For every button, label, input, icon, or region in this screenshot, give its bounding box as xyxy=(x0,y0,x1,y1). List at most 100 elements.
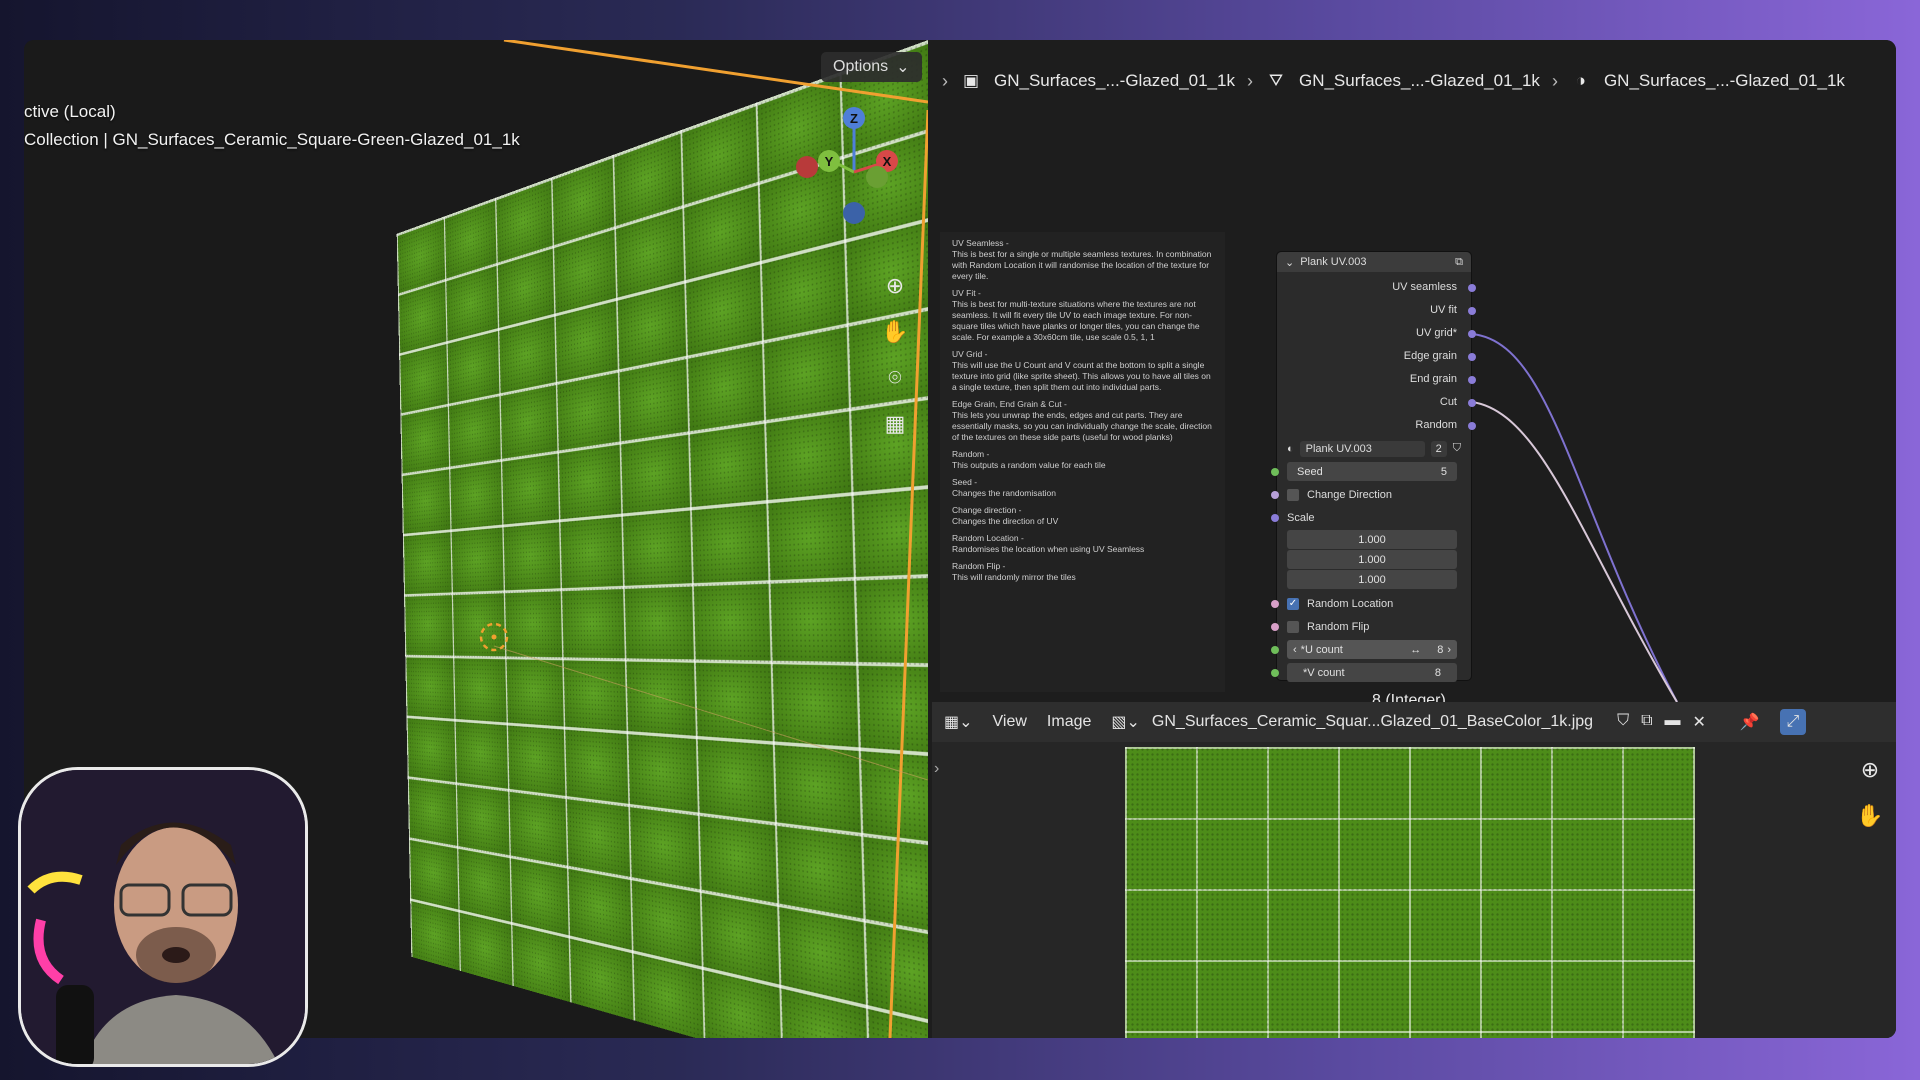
note-section-body: This will randomly mirror the tiles xyxy=(952,572,1076,582)
viewport-mode-label: ctive (Local) xyxy=(24,102,116,122)
menu-view[interactable]: View xyxy=(993,713,1027,731)
datablock-users[interactable]: 2 xyxy=(1431,441,1447,457)
v-count-label: *V count xyxy=(1303,667,1345,679)
socket-icon[interactable] xyxy=(1468,307,1476,315)
note-section-body: This lets you unwrap the ends, edges and… xyxy=(952,410,1212,442)
menu-image[interactable]: Image xyxy=(1047,713,1091,731)
node-header[interactable]: ⌄ Plank UV.003 ⧉ xyxy=(1277,252,1471,272)
socket-icon[interactable] xyxy=(1468,422,1476,430)
note-section-title: UV Grid - xyxy=(952,349,987,359)
scale-row: Scale xyxy=(1277,506,1471,529)
options-dropdown[interactable]: Options ⌄ xyxy=(821,52,922,82)
output-random: Random xyxy=(1277,414,1471,437)
frame-note: UV Seamless - This is best for a single o… xyxy=(940,232,1225,692)
output-cut: Cut xyxy=(1277,391,1471,414)
seed-label: Seed xyxy=(1297,466,1323,478)
output-uv-fit: UV fit xyxy=(1277,299,1471,322)
socket-icon[interactable] xyxy=(1271,468,1279,476)
random-location-row[interactable]: ✓ Random Location xyxy=(1277,592,1471,615)
socket-icon[interactable] xyxy=(1468,284,1476,292)
pan-hand-icon[interactable]: ✋ xyxy=(1854,800,1886,832)
breadcrumb-mesh-label: GN_Surfaces_...-Glazed_01_1k xyxy=(1299,71,1540,91)
scale-x-field[interactable]: 1.000 xyxy=(1287,530,1457,549)
v-count-field[interactable]: *V count 8 xyxy=(1287,663,1457,682)
socket-icon[interactable] xyxy=(1468,399,1476,407)
editor-type-icon[interactable]: ▦⌄ xyxy=(944,712,973,732)
change-direction-checkbox[interactable] xyxy=(1287,489,1299,501)
collapse-chevron-icon[interactable]: ⌄ xyxy=(1285,256,1294,269)
pan-hand-icon[interactable]: ✋ xyxy=(877,314,913,350)
options-label: Options xyxy=(833,58,888,76)
socket-icon[interactable] xyxy=(1271,491,1279,499)
gizmo-neg-z[interactable] xyxy=(843,202,865,224)
close-icon[interactable]: ✕ xyxy=(1693,712,1706,732)
random-location-checkbox[interactable]: ✓ xyxy=(1287,598,1299,610)
note-section: UV Seamless - This is best for a single o… xyxy=(952,238,1213,282)
chevron-right-icon: › xyxy=(1552,71,1558,92)
seed-row: Seed 5 xyxy=(1277,460,1471,483)
image-canvas[interactable]: › ⊕ ✋ xyxy=(932,742,1896,1038)
u-count-field[interactable]: ‹ *U count ↔ 8 › xyxy=(1287,640,1457,659)
socket-icon[interactable] xyxy=(1468,330,1476,338)
navigation-gizmo[interactable]: Z Y X xyxy=(794,100,914,220)
note-section-title: Edge Grain, End Grain & Cut - xyxy=(952,399,1067,409)
datablock-name[interactable]: Plank UV.003 xyxy=(1300,441,1425,457)
node-editor[interactable]: UV Seamless - This is best for a single o… xyxy=(932,122,1896,702)
random-flip-checkbox[interactable] xyxy=(1287,621,1299,633)
scale-z-field[interactable]: 1.000 xyxy=(1287,570,1457,589)
breadcrumb-mesh[interactable]: ⛛ GN_Surfaces_...-Glazed_01_1k xyxy=(1265,70,1540,92)
socket-icon[interactable] xyxy=(1271,623,1279,631)
image-filename[interactable]: GN_Surfaces_Ceramic_Squar...Glazed_01_Ba… xyxy=(1152,713,1593,731)
increment-arrow-icon[interactable]: › xyxy=(1447,644,1451,656)
note-section: Random - This outputs a random value for … xyxy=(952,449,1213,471)
gizmo-z-axis[interactable]: Z xyxy=(843,107,865,129)
note-section-title: UV Seamless - xyxy=(952,238,1009,248)
gizmo-y-axis[interactable]: Y xyxy=(818,150,840,172)
chevron-right-icon[interactable]: › xyxy=(942,71,948,92)
zoom-icon[interactable]: ⊕ xyxy=(1854,754,1886,786)
output-uv-seamless: UV seamless xyxy=(1277,276,1471,299)
duplicate-icon[interactable]: ⧉ xyxy=(1641,712,1652,732)
uv-sync-icon[interactable]: ⤢ xyxy=(1780,709,1806,735)
note-section: Random Flip - This will randomly mirror t… xyxy=(952,561,1213,583)
socket-icon[interactable] xyxy=(1468,353,1476,361)
v-count-row: *V count 8 xyxy=(1277,661,1471,684)
zoom-icon[interactable]: ⊕ xyxy=(877,268,913,304)
pin-icon[interactable]: 📌 xyxy=(1740,712,1760,732)
socket-icon[interactable] xyxy=(1271,646,1279,654)
u-count-label: *U count xyxy=(1297,644,1411,656)
image-browse-icon[interactable]: ▧⌄ xyxy=(1111,712,1140,732)
collection-label: Collection | GN_Surfaces_Ceramic_Square-… xyxy=(24,130,520,150)
u-count-row: ‹ *U count ↔ 8 › xyxy=(1277,638,1471,661)
random-flip-row[interactable]: Random Flip xyxy=(1277,615,1471,638)
random-flip-label: Random Flip xyxy=(1307,621,1369,633)
folder-icon[interactable]: ▬ xyxy=(1665,712,1681,732)
socket-icon[interactable] xyxy=(1271,514,1279,522)
node-group-datablock[interactable]: ◐ Plank UV.003 2 ⛉ xyxy=(1277,437,1471,460)
scale-y-field[interactable]: 1.000 xyxy=(1287,550,1457,569)
base-color-texture xyxy=(1125,747,1695,1038)
note-section: Random Location - Randomises the location… xyxy=(952,533,1213,555)
socket-icon[interactable] xyxy=(1271,669,1279,677)
note-section-title: Seed - xyxy=(952,477,977,487)
plank-uv-node[interactable]: ⌄ Plank UV.003 ⧉ UV seamless UV fit UV g… xyxy=(1276,251,1472,681)
note-section-body: Randomises the location when using UV Se… xyxy=(952,544,1144,554)
fake-user-shield-icon[interactable]: ⛉ xyxy=(1453,442,1461,455)
gizmo-neg-x[interactable] xyxy=(796,156,818,178)
chevron-right-icon[interactable]: › xyxy=(934,760,939,778)
node-group-icon[interactable]: ⧉ xyxy=(1455,256,1463,269)
breadcrumb-material[interactable]: ◑ GN_Surfaces_...-Glazed_01_1k xyxy=(1570,70,1845,92)
note-section-title: Random Flip - xyxy=(952,561,1005,571)
grid-icon[interactable]: ▦ xyxy=(877,406,913,442)
gizmo-neg-y[interactable] xyxy=(866,166,888,188)
breadcrumb-object[interactable]: ▣ GN_Surfaces_...-Glazed_01_1k xyxy=(960,70,1235,92)
image-editor[interactable]: ▦⌄ View Image ▧⌄ GN_Surfaces_Ceramic_Squ… xyxy=(932,702,1896,1038)
camera-icon[interactable]: ⌾ xyxy=(877,360,913,396)
seed-field[interactable]: Seed 5 xyxy=(1287,462,1457,481)
socket-icon[interactable] xyxy=(1271,600,1279,608)
webcam-overlay xyxy=(18,767,308,1067)
fake-user-shield-icon[interactable]: ⛉ xyxy=(1617,712,1629,732)
change-direction-row[interactable]: Change Direction xyxy=(1277,483,1471,506)
3d-cursor-icon[interactable] xyxy=(477,620,511,654)
socket-icon[interactable] xyxy=(1468,376,1476,384)
